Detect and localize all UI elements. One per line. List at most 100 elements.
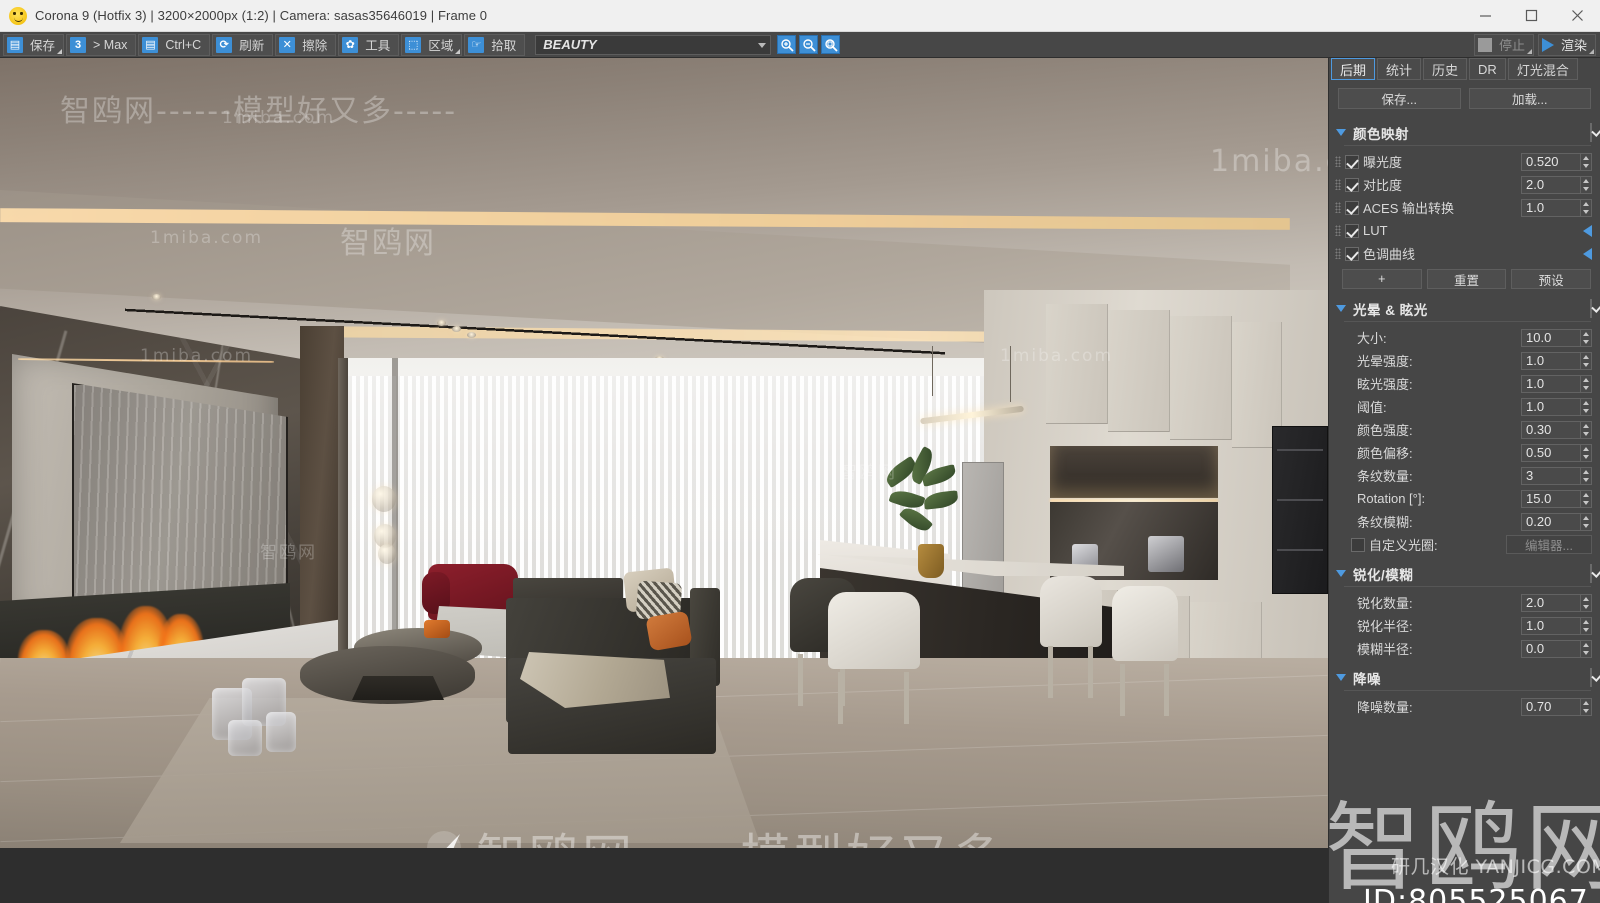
spinner-arrows[interactable] xyxy=(1581,443,1592,462)
arrow-up-icon[interactable] xyxy=(1583,469,1589,474)
section-header[interactable]: 锐化/模糊 xyxy=(1329,563,1600,584)
spinner-arrows[interactable] xyxy=(1581,512,1592,531)
arrow-down-icon[interactable] xyxy=(1583,500,1589,505)
arrow-up-icon[interactable] xyxy=(1583,201,1589,206)
toolbar-button-7[interactable]: ⬚ 区域 xyxy=(401,33,463,56)
tab-灯光混合[interactable]: 灯光混合 xyxy=(1507,58,1578,80)
spinner-arrows[interactable] xyxy=(1581,351,1592,370)
checkbox[interactable] xyxy=(1351,537,1365,552)
spinner-control[interactable]: 0.50 xyxy=(1521,443,1592,462)
save-preset-button[interactable]: 保存... xyxy=(1338,88,1461,109)
value-field[interactable]: 10.0 xyxy=(1521,328,1581,347)
arrow-down-icon[interactable] xyxy=(1583,627,1589,632)
arrow-down-icon[interactable] xyxy=(1583,408,1589,413)
zoom-in-icon[interactable] xyxy=(777,35,797,54)
drag-grip-icon[interactable] xyxy=(1335,225,1341,236)
arrow-up-icon[interactable] xyxy=(1583,596,1589,601)
checkbox[interactable] xyxy=(1345,154,1359,169)
spinner-control[interactable]: 0.0 xyxy=(1521,639,1592,658)
checkbox[interactable] xyxy=(1345,177,1359,192)
value-field[interactable]: 0.20 xyxy=(1521,512,1581,531)
spinner-arrows[interactable] xyxy=(1581,593,1592,612)
arrow-up-icon[interactable] xyxy=(1583,446,1589,451)
editor-button[interactable]: 编辑器... xyxy=(1506,535,1592,554)
tab-统计[interactable]: 统计 xyxy=(1377,58,1422,80)
spinner-control[interactable]: 1.0 xyxy=(1521,397,1592,416)
spinner-arrows[interactable] xyxy=(1581,397,1592,416)
spinner-control[interactable]: 0.20 xyxy=(1521,512,1592,531)
arrow-up-icon[interactable] xyxy=(1583,423,1589,428)
arrow-up-icon[interactable] xyxy=(1583,400,1589,405)
value-field[interactable]: 0.30 xyxy=(1521,420,1581,439)
arrow-down-icon[interactable] xyxy=(1583,523,1589,528)
arrow-down-icon[interactable] xyxy=(1583,708,1589,713)
arrow-up-icon[interactable] xyxy=(1583,642,1589,647)
arrow-up-icon[interactable] xyxy=(1583,619,1589,624)
value-field[interactable]: 1.0 xyxy=(1521,397,1581,416)
tab-后期[interactable]: 后期 xyxy=(1331,58,1376,80)
spinner-arrows[interactable] xyxy=(1581,374,1592,393)
toolbar-button-4[interactable]: ⟳ 刷新 xyxy=(212,33,274,56)
minimize-button[interactable] xyxy=(1462,0,1508,32)
arrow-down-icon[interactable] xyxy=(1583,163,1589,168)
arrow-down-icon[interactable] xyxy=(1583,454,1589,459)
spinner-arrows[interactable] xyxy=(1581,152,1592,171)
spinner-arrows[interactable] xyxy=(1581,616,1592,635)
expand-left-arrow-icon[interactable] xyxy=(1583,247,1592,260)
section-header[interactable]: 降噪 xyxy=(1329,667,1600,688)
arrow-down-icon[interactable] xyxy=(1583,650,1589,655)
spinner-arrows[interactable] xyxy=(1581,198,1592,217)
arrow-up-icon[interactable] xyxy=(1583,700,1589,705)
maximize-button[interactable] xyxy=(1508,0,1554,32)
spinner-control[interactable]: 2.0 xyxy=(1521,593,1592,612)
value-field[interactable]: 0.520 xyxy=(1521,152,1581,171)
footer-button-重置[interactable]: 重置 xyxy=(1426,269,1507,289)
value-field[interactable]: 1.0 xyxy=(1521,351,1581,370)
spinner-control[interactable]: 0.70 xyxy=(1521,697,1592,716)
section-enable[interactable] xyxy=(1590,563,1592,583)
checkbox[interactable] xyxy=(1345,246,1359,261)
drag-grip-icon[interactable] xyxy=(1335,179,1341,190)
spinner-arrows[interactable] xyxy=(1581,639,1592,658)
spinner-arrows[interactable] xyxy=(1581,328,1592,347)
spinner-control[interactable]: 1.0 xyxy=(1521,374,1592,393)
caret-down-icon[interactable] xyxy=(1336,674,1346,681)
toolbar-button-5[interactable]: ✕ 擦除 xyxy=(275,33,337,56)
value-field[interactable]: 1.0 xyxy=(1521,374,1581,393)
tab-历史[interactable]: 历史 xyxy=(1423,58,1468,80)
toolbar-button-8[interactable]: ☞ 拾取 xyxy=(464,33,526,56)
arrow-down-icon[interactable] xyxy=(1583,385,1589,390)
checkbox[interactable] xyxy=(1590,667,1592,687)
arrow-down-icon[interactable] xyxy=(1583,362,1589,367)
arrow-down-icon[interactable] xyxy=(1583,431,1589,436)
drag-grip-icon[interactable] xyxy=(1335,248,1341,259)
arrow-up-icon[interactable] xyxy=(1583,377,1589,382)
value-field[interactable]: 0.70 xyxy=(1521,697,1581,716)
arrow-down-icon[interactable] xyxy=(1583,209,1589,214)
section-enable[interactable] xyxy=(1590,298,1592,318)
checkbox[interactable] xyxy=(1590,563,1592,583)
value-field[interactable]: 0.50 xyxy=(1521,443,1581,462)
footer-button-预设[interactable]: 预设 xyxy=(1511,269,1592,289)
caret-down-icon[interactable] xyxy=(1336,129,1346,136)
spinner-control[interactable]: 10.0 xyxy=(1521,328,1592,347)
caret-down-icon[interactable] xyxy=(1336,570,1346,577)
spinner-control[interactable]: 15.0 xyxy=(1521,489,1592,508)
section-header[interactable]: 光晕 & 眩光 xyxy=(1329,298,1600,319)
arrow-down-icon[interactable] xyxy=(1583,186,1589,191)
value-field[interactable]: 2.0 xyxy=(1521,593,1581,612)
zoom-out-icon[interactable] xyxy=(799,35,819,54)
tab-DR[interactable]: DR xyxy=(1469,58,1506,80)
arrow-up-icon[interactable] xyxy=(1583,178,1589,183)
stop-button[interactable]: 停止 xyxy=(1473,33,1534,56)
spinner-arrows[interactable] xyxy=(1581,466,1592,485)
value-field[interactable]: 3 xyxy=(1521,466,1581,485)
spinner-control[interactable]: 1.0 xyxy=(1521,616,1592,635)
section-header[interactable]: 颜色映射 xyxy=(1329,122,1600,143)
checkbox[interactable] xyxy=(1345,200,1359,215)
value-field[interactable]: 15.0 xyxy=(1521,489,1581,508)
value-field[interactable]: 1.0 xyxy=(1521,198,1581,217)
spinner-control[interactable]: 3 xyxy=(1521,466,1592,485)
toolbar-button-6[interactable]: ✿ 工具 xyxy=(338,33,400,56)
arrow-down-icon[interactable] xyxy=(1583,339,1589,344)
